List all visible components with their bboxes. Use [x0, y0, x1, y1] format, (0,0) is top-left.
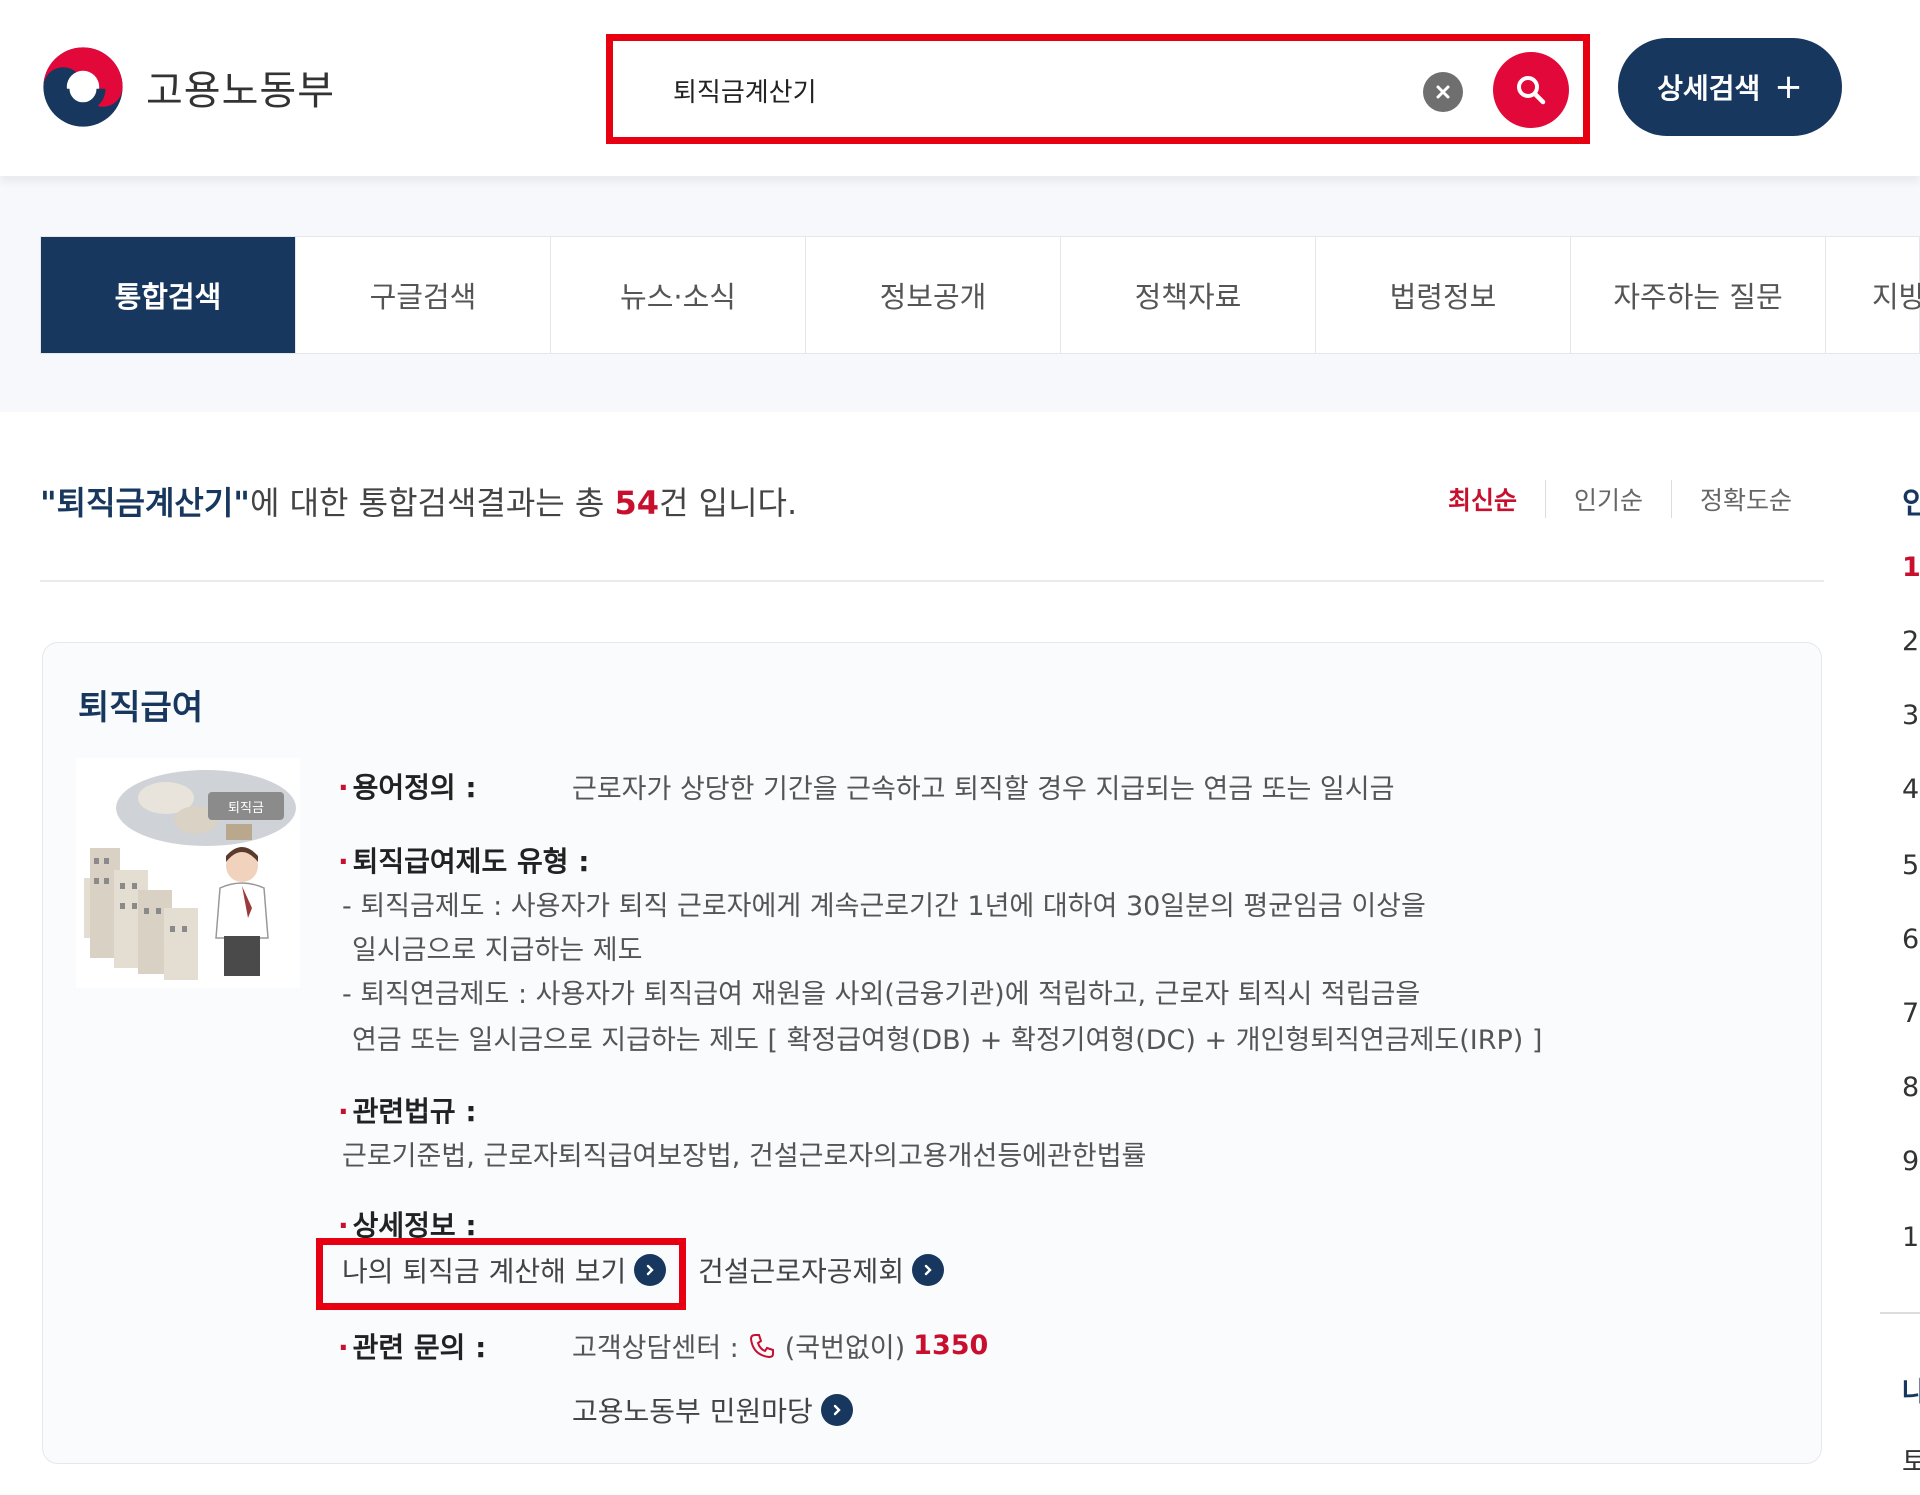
laws-label: 관련법규 :: [338, 1090, 477, 1130]
rank-number[interactable]: 1: [1902, 552, 1920, 583]
search-button[interactable]: [1493, 52, 1569, 128]
sort-accuracy[interactable]: 정확도순: [1672, 481, 1820, 517]
types-line: 연금 또는 일시금으로 지급하는 제도 [ 확정급여형(DB) + 확정기여형(…: [352, 1025, 1543, 1056]
side-section-title: 나: [1902, 1377, 1920, 1408]
search-input[interactable]: [673, 65, 1373, 115]
ministry-logo[interactable]: 고용노동부: [38, 42, 335, 132]
taegeuk-logo-icon: [43, 47, 123, 127]
phone-prefix: (국번없이): [784, 1333, 906, 1364]
advanced-search-label: 상세검색: [1657, 72, 1761, 105]
search-bar: [621, 47, 1575, 131]
result-text-end: 건 입니다.: [659, 484, 798, 522]
tab-policy-materials[interactable]: 정책자료: [1061, 237, 1316, 353]
construction-workers-link[interactable]: 건설근로자공제회: [698, 1250, 945, 1290]
rank-number[interactable]: 7: [1902, 998, 1919, 1029]
rank-number[interactable]: 2: [1902, 626, 1919, 657]
rank-number[interactable]: 3: [1902, 700, 1919, 731]
rank-divider: [1880, 1312, 1920, 1314]
clear-search-button[interactable]: [1423, 72, 1463, 112]
chevron-right-icon: [912, 1254, 945, 1286]
types-label: 퇴직급여제도 유형 :: [338, 840, 590, 880]
advanced-search-button[interactable]: 상세검색 +: [1618, 38, 1842, 136]
tab-law-info[interactable]: 법령정보: [1316, 237, 1571, 353]
construction-workers-link-label: 건설근로자공제회: [698, 1255, 905, 1288]
types-line: - 퇴직금제도 : 사용자가 퇴직 근로자에게 계속근로기간 1년에 대하여 3…: [342, 891, 1426, 922]
tab-faq[interactable]: 자주하는 질문: [1571, 237, 1826, 353]
tab-news[interactable]: 뉴스·소식: [551, 237, 806, 353]
laws-text: 근로기준법, 근로자퇴직급여보장법, 건설근로자의고용개선등에관한법률: [342, 1141, 1147, 1172]
search-highlight-box: [606, 34, 1590, 144]
civil-petition-link-label: 고용노동부 민원마당: [572, 1395, 813, 1428]
tab-google-search[interactable]: 구글검색: [296, 237, 551, 353]
sort-latest[interactable]: 최신순: [1420, 481, 1545, 517]
tab-info-disclosure[interactable]: 정보공개: [806, 237, 1061, 353]
result-count: 54: [614, 484, 660, 522]
definition-label: 용어정의 :: [338, 766, 477, 806]
site-header: 고용노동부 상세검색 +: [0, 0, 1920, 176]
search-category-tabs: 통합검색 구글검색 뉴스·소식 정보공개 정책자료 법령정보 자주하는 질문 지…: [40, 236, 1920, 354]
tab-integrated-search[interactable]: 통합검색: [41, 237, 296, 353]
inquiry-label: 관련 문의 :: [338, 1326, 487, 1366]
calc-retirement-link-label: 나의 퇴직금 계산해 보기: [342, 1255, 627, 1288]
sort-options: 최신순 인기순 정확도순: [1420, 480, 1820, 518]
rank-number[interactable]: 4: [1902, 774, 1919, 805]
result-summary: "퇴직금계산기"에 대한 통합검색결과는 총 54건 입니다.: [40, 478, 797, 524]
illustration-badge: 퇴직금: [228, 801, 264, 816]
definition-text: 근로자가 상당한 기간을 근속하고 퇴직할 경우 지급되는 연금 또는 일시금: [572, 774, 1395, 805]
types-line: 일시금으로 지급하는 제도: [352, 935, 643, 966]
logo-text: 고용노동부: [146, 68, 335, 114]
rank-number[interactable]: 6: [1902, 924, 1919, 955]
customer-center-label: 고객상담센터 :: [572, 1333, 739, 1364]
search-icon: [1517, 76, 1546, 105]
phone-icon: [749, 1333, 774, 1358]
rank-number[interactable]: 9: [1902, 1146, 1919, 1177]
types-line: - 퇴직연금제도 : 사용자가 퇴직급여 재원을 사외(금융기관)에 적립하고,…: [342, 979, 1421, 1010]
side-item[interactable]: 토: [1902, 1440, 1920, 1479]
customer-center: 고객상담센터 : (국번없이) 1350: [572, 1326, 988, 1365]
civil-petition-link[interactable]: 고용노동부 민원마당: [572, 1390, 853, 1430]
sort-popular[interactable]: 인기순: [1546, 481, 1671, 517]
calc-retirement-link[interactable]: 나의 퇴직금 계산해 보기: [342, 1250, 667, 1290]
phone-number[interactable]: 1350: [913, 1330, 988, 1361]
rank-number[interactable]: 1: [1902, 1222, 1919, 1253]
card-title: 퇴직급여: [78, 688, 204, 728]
divider: [40, 580, 1824, 582]
result-text-mid: 에 대한 통합검색결과는 총: [249, 484, 615, 522]
popular-keywords-title: 인: [1902, 486, 1920, 521]
rank-number[interactable]: 5: [1902, 850, 1919, 881]
tab-local[interactable]: 지방: [1826, 237, 1920, 353]
result-query: "퇴직금계산기": [40, 484, 250, 522]
chevron-right-icon: [634, 1254, 667, 1286]
retirement-illustration: 퇴직금: [76, 758, 300, 988]
chevron-right-icon: [820, 1394, 853, 1426]
plus-icon: +: [1774, 67, 1803, 107]
rank-number[interactable]: 8: [1902, 1072, 1919, 1103]
close-icon: [1436, 85, 1450, 99]
